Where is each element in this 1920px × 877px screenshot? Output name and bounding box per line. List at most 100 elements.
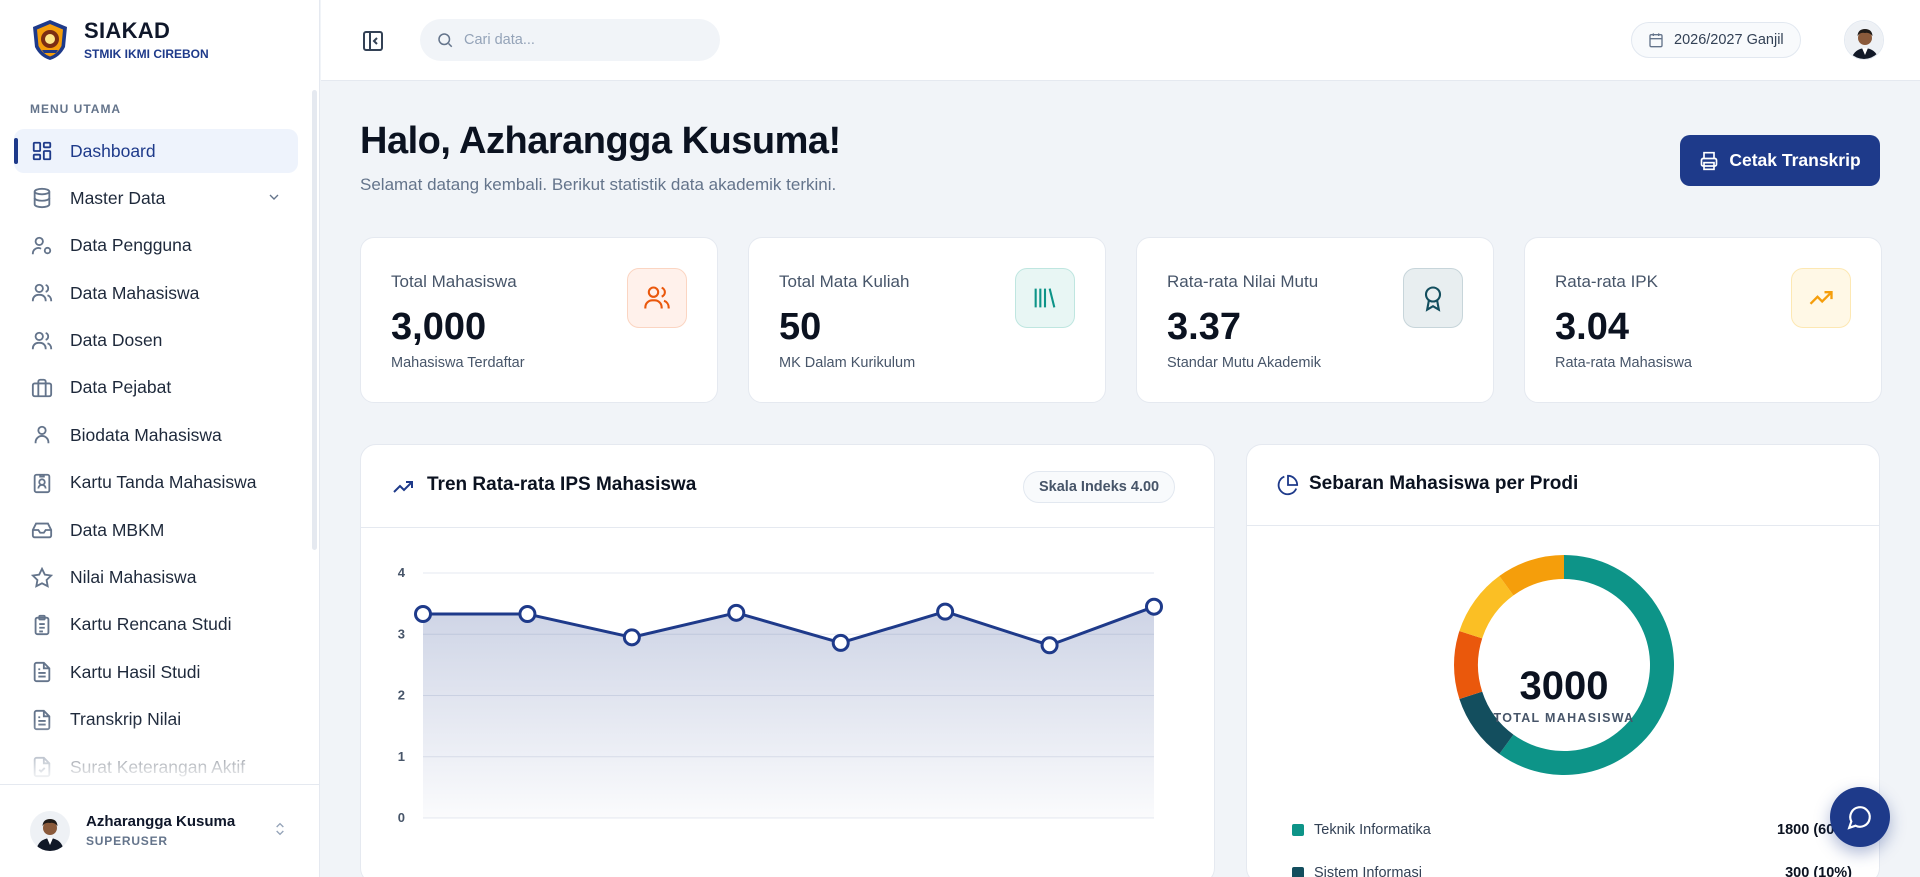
legend-label: Sistem Informasi [1314,865,1422,877]
library-icon [1015,268,1075,328]
sidebar-item-data-mbkm[interactable]: Data MBKM [14,508,298,552]
sidebar-item-kartu-hasil-studi[interactable]: Kartu Hasil Studi [14,650,298,694]
users-icon [30,329,54,353]
chevrons-up-down-icon[interactable] [272,821,288,842]
chevron-down-icon[interactable] [266,189,282,210]
sidebar-item-data-dosen[interactable]: Data Dosen [14,319,298,363]
stat-card-rata-rata-nilai-mutu: Rata-rata Nilai Mutu 3.37 Standar Mutu A… [1136,237,1494,403]
search-icon [436,31,454,49]
y-tick-label: 3 [398,626,405,641]
sidebar-item-label: Kartu Hasil Studi [70,661,201,682]
card-header: Tren Rata-rata IPS Mahasiswa Skala Indek… [361,445,1214,528]
avatar[interactable] [1844,20,1884,60]
sidebar-item-label: Data Pejabat [70,377,172,398]
y-tick-label: 1 [398,749,405,764]
user-role: SUPERUSER [86,834,168,848]
ips-point [622,628,641,647]
user-name: Azharangga Kusuma [86,813,236,830]
sidebar-item-label: Dashboard [70,140,156,161]
card-title: Tren Rata-rata IPS Mahasiswa [427,474,697,495]
users-icon [30,281,54,305]
page-subtitle: Selamat datang kembali. Berikut statisti… [360,175,837,194]
id-card-icon [30,471,54,495]
calendar-icon [1648,32,1664,48]
stat-label: Total Mahasiswa [391,272,517,291]
ips-trend-card: Tren Rata-rata IPS Mahasiswa Skala Indek… [360,444,1215,877]
stat-label: Total Mata Kuliah [779,272,910,291]
search-box[interactable] [420,19,720,61]
stat-value: 3.04 [1555,306,1629,348]
print-button-label: Cetak Transkrip [1729,150,1861,170]
sidebar-item-label: Kartu Rencana Studi [70,614,232,635]
sidebar-item-data-pejabat[interactable]: Data Pejabat [14,366,298,410]
trending-up-icon [1791,268,1851,328]
legend-item: Teknik Informatika 1800 (60%) [1292,819,1852,841]
sidebar-item-master-data[interactable]: Master Data [14,176,298,220]
card-title: Sebaran Mahasiswa per Prodi [1309,473,1579,494]
legend-value: 300 (10%) [1785,865,1852,877]
stat-note: Rata-rata Mahasiswa [1555,355,1692,371]
brand[interactable]: SIAKAD STMIK IKMI CIREBON [30,18,209,61]
sidebar-item-transkrip-nilai[interactable]: Transkrip Nilai [14,698,298,742]
sidebar-item-label: Transkrip Nilai [70,709,182,730]
college-logo [33,19,67,60]
ips-trend-chart: 0 1 2 3 4 [398,565,1163,825]
dashboard-icon [30,139,54,163]
page-title: Halo, Azharangga Kusuma! [360,120,841,162]
message-circle-icon [1847,804,1873,830]
sidebar-item-surat-keterangan-aktif[interactable]: Surat Keterangan Aktif [14,745,298,779]
stat-value: 3,000 [391,306,487,348]
legend-label: Teknik Informatika [1314,822,1431,838]
sidebar-item-nilai-mahasiswa[interactable]: Nilai Mahasiswa [14,556,298,600]
sidebar-item-label: Data Dosen [70,330,163,351]
ips-point [727,603,746,622]
ips-point [831,633,850,652]
sidebar-item-label: Master Data [70,187,166,208]
donut-center-value: 3000 [1519,664,1609,708]
sidebar-item-kartu-tanda-mahasiswa[interactable]: Kartu Tanda Mahasiswa [14,461,298,505]
sidebar-item-label: Data Mahasiswa [70,282,200,303]
sidebar-menu: Dashboard Master Data Data Pengguna Data… [14,129,298,779]
chat-button[interactable] [1830,787,1890,847]
prodi-distribution-card: Sebaran Mahasiswa per Prodi 3000 TOTAL M… [1246,444,1880,877]
sidebar-item-dashboard[interactable]: Dashboard [14,129,298,173]
stat-card-total-mahasiswa: Total Mahasiswa 3,000 Mahasiswa Terdafta… [360,237,718,403]
brand-title: SIAKAD [84,18,171,43]
search-input[interactable] [464,32,684,48]
sidebar-item-kartu-rencana-studi[interactable]: Kartu Rencana Studi [14,603,298,647]
donut-center-label: TOTAL MAHASISWA [1493,711,1635,725]
ips-point [518,605,537,624]
sidebar-toggle-icon[interactable] [361,29,385,58]
academic-period-button[interactable]: 2026/2027 Ganjil [1631,22,1801,58]
file-check-icon [30,755,54,779]
stat-card-total-mata-kuliah: Total Mata Kuliah 50 MK Dalam Kurikulum [748,237,1106,403]
star-icon [30,566,54,590]
legend-swatch [1292,824,1304,836]
donut-slice [1459,576,1514,639]
academic-period: 2026/2027 Ganjil [1674,32,1784,48]
pie-chart-icon [1277,474,1299,501]
sidebar-scrollbar[interactable] [312,90,317,550]
users-icon [627,268,687,328]
brand-subtitle: STMIK IKMI CIREBON [84,47,209,61]
sidebar-item-data-mahasiswa[interactable]: Data Mahasiswa [14,271,298,315]
stat-value: 50 [779,306,822,348]
file-text-icon [30,708,54,732]
file-text-icon [30,660,54,684]
sidebar-item-label: Kartu Tanda Mahasiswa [70,472,257,493]
trending-up-icon [391,475,415,504]
sidebar-item-label: Biodata Mahasiswa [70,424,222,445]
user-cog-icon [30,234,54,258]
user-menu[interactable]: Azharangga Kusuma SUPERUSER [0,784,320,877]
sidebar-item-biodata-mahasiswa[interactable]: Biodata Mahasiswa [14,413,298,457]
sidebar-item-data-pengguna[interactable]: Data Pengguna [14,224,298,268]
y-tick-label: 4 [398,565,406,580]
print-transcript-button[interactable]: Cetak Transkrip [1680,135,1880,186]
y-tick-label: 0 [398,810,405,825]
inbox-icon [30,518,54,542]
stat-card-rata-rata-ipk: Rata-rata IPK 3.04 Rata-rata Mahasiswa [1524,237,1882,403]
briefcase-icon [30,376,54,400]
ips-point [1145,597,1163,616]
legend-item: Sistem Informasi 300 (10%) [1292,862,1852,877]
clipboard-icon [30,613,54,637]
